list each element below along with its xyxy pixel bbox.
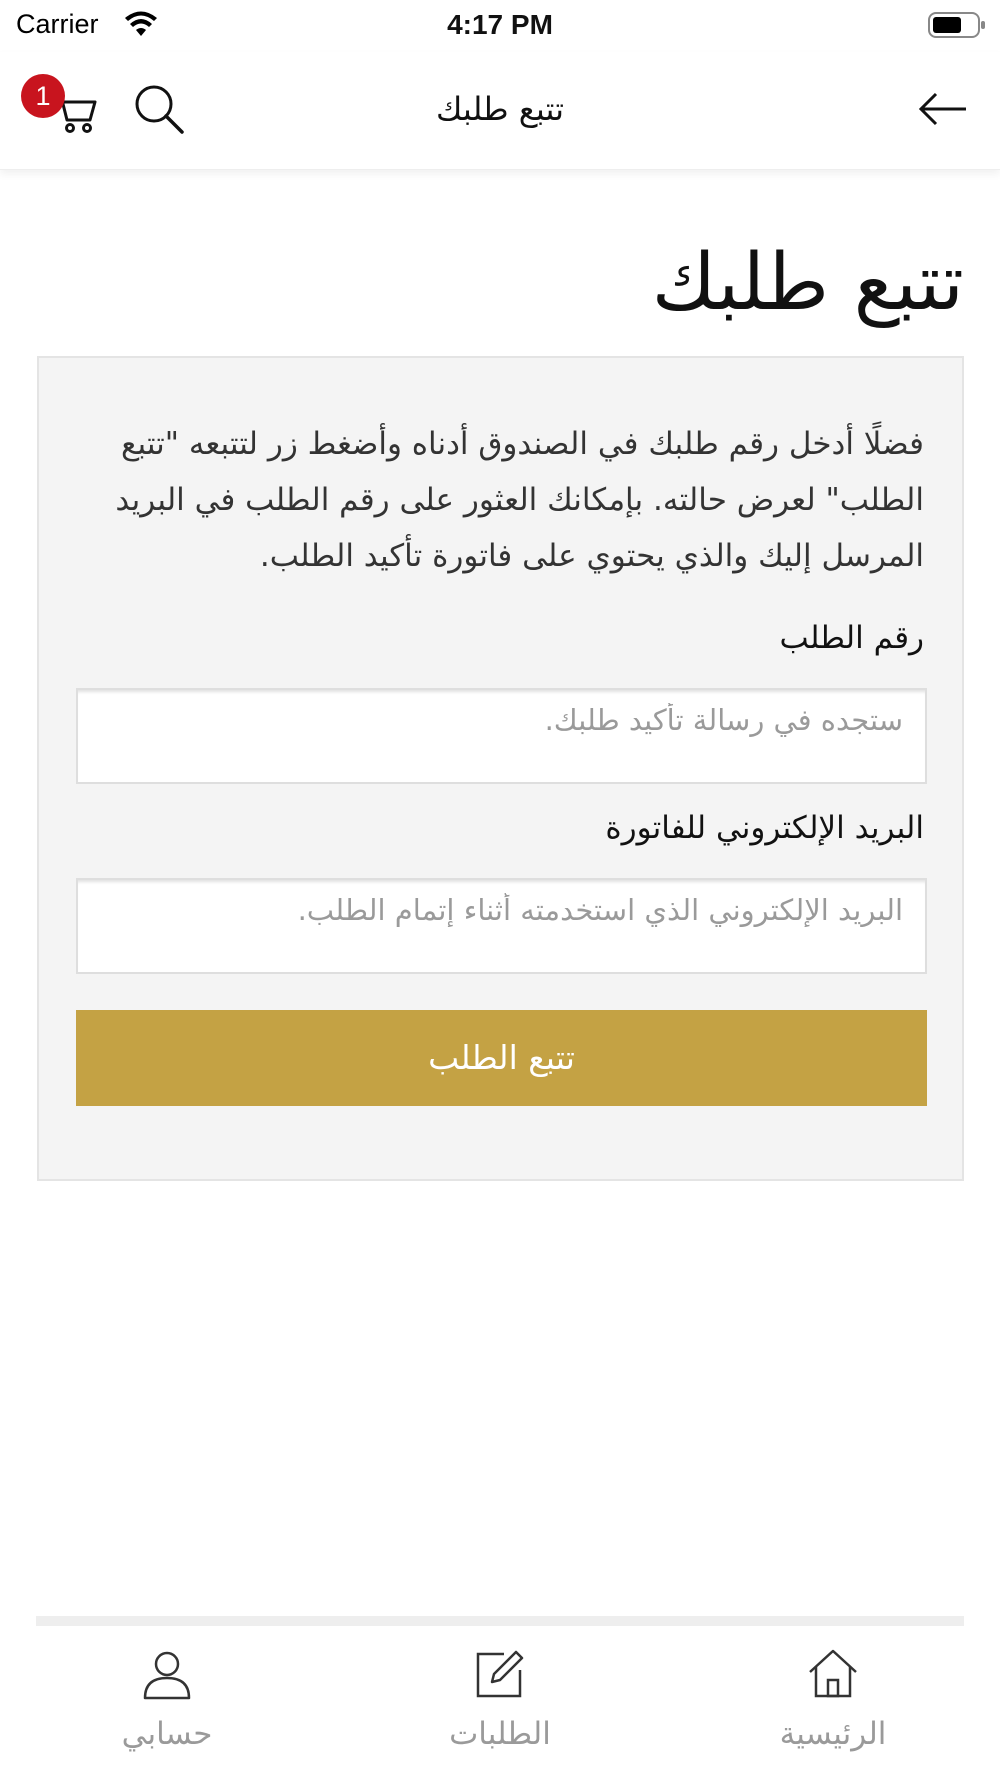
page-title: تتبع طلبك [651, 238, 964, 328]
order-number-input[interactable] [76, 688, 927, 784]
tab-label-orders: الطلبات [449, 1716, 551, 1752]
email-label: البريد الإلكتروني للفاتورة [605, 810, 924, 846]
tab-label-home: الرئيسية [779, 1716, 887, 1752]
nav-title: تتبع طلبك [435, 90, 565, 128]
user-icon [143, 1651, 191, 1700]
battery-icon [928, 12, 985, 38]
nav-bar: 1 تتبع طلبك [0, 52, 1000, 170]
tab-orders[interactable]: الطلبات [400, 1626, 600, 1778]
email-input[interactable] [76, 878, 927, 974]
intro-text: فضلًا أدخل رقم طلبك في الصندوق أدناه وأض… [115, 426, 924, 574]
tab-label-account: حسابي [121, 1716, 213, 1752]
divider [36, 1616, 964, 1626]
cart-badge: 1 [21, 74, 65, 118]
tab-home[interactable]: الرئيسية [733, 1626, 933, 1778]
search-icon[interactable] [132, 82, 186, 136]
order-number-label: رقم الطلب [779, 620, 924, 656]
edit-icon [476, 1650, 524, 1698]
home-icon [809, 1649, 857, 1698]
tab-bar: حسابي الطلبات الرئيسية [0, 1626, 1000, 1778]
track-order-button[interactable]: تتبع الطلب [76, 1010, 927, 1106]
back-arrow-icon[interactable] [918, 92, 968, 126]
track-order-form: فضلًا أدخل رقم طلبك في الصندوق أدناه وأض… [37, 356, 964, 1181]
tab-account[interactable]: حسابي [67, 1626, 267, 1778]
status-time: 4:17 PM [447, 9, 553, 40]
status-bar: Carrier 4:17 PM [0, 0, 1000, 50]
